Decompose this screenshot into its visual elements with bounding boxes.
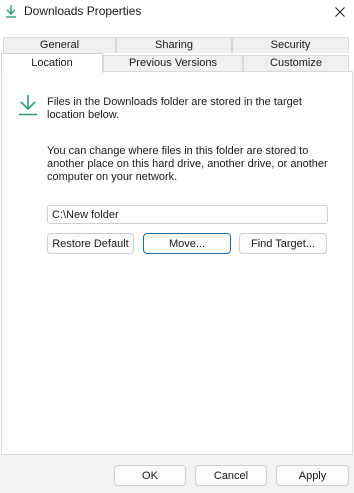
- find-target-button[interactable]: Find Target...: [239, 233, 327, 254]
- location-panel: [1, 71, 353, 455]
- apply-button[interactable]: Apply: [276, 465, 349, 486]
- location-info-text: Files in the Downloads folder are stored…: [47, 96, 302, 121]
- properties-window: Downloads Properties General Sharing Sec…: [0, 0, 354, 493]
- tab-location[interactable]: Location: [1, 53, 103, 73]
- title-bar: Downloads Properties: [0, 0, 354, 26]
- target-path-input[interactable]: [47, 205, 328, 224]
- tab-security[interactable]: Security: [232, 37, 349, 53]
- download-icon: [6, 5, 16, 18]
- restore-default-button[interactable]: Restore Default: [47, 233, 134, 254]
- close-icon: [335, 7, 345, 17]
- move-button[interactable]: Move...: [143, 233, 231, 254]
- tab-general[interactable]: General: [3, 37, 116, 53]
- download-arrow-icon: [19, 95, 37, 116]
- tab-customize[interactable]: Customize: [243, 55, 349, 71]
- window-title: Downloads Properties: [24, 4, 142, 18]
- location-description: You can change where files in this folde…: [47, 145, 328, 183]
- cancel-button[interactable]: Cancel: [195, 465, 267, 486]
- tab-previous-versions[interactable]: Previous Versions: [103, 55, 243, 71]
- tab-sharing[interactable]: Sharing: [116, 37, 232, 53]
- close-button[interactable]: [326, 0, 354, 24]
- ok-button[interactable]: OK: [114, 465, 186, 486]
